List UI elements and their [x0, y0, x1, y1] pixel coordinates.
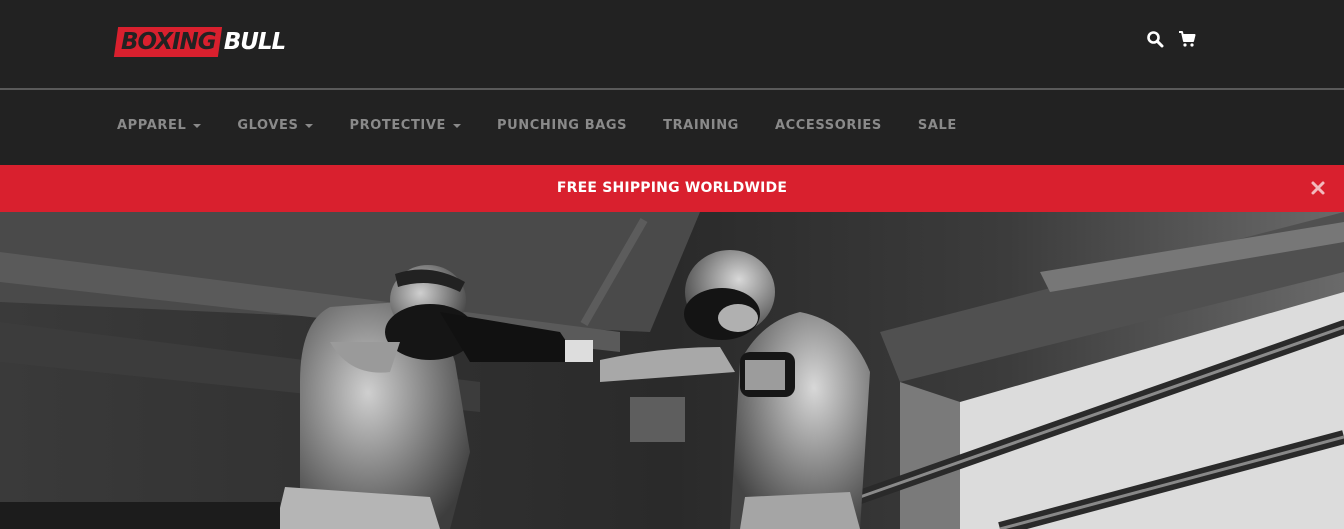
- nav-item-gloves[interactable]: GLOVES: [237, 118, 314, 133]
- nav-item-label: GLOVES: [237, 118, 299, 133]
- nav-item-label: ACCESSORIES: [774, 118, 882, 133]
- nav-item-sale[interactable]: SALE: [918, 118, 957, 133]
- chevron-down-icon: [453, 123, 461, 128]
- nav-item-label: PROTECTIVE: [349, 118, 446, 133]
- banner-bold-text: FREE: [556, 180, 598, 196]
- site-header: BOXING BULL: [0, 0, 1344, 88]
- cart-icon[interactable]: [1178, 30, 1196, 48]
- nav-item-accessories[interactable]: ACCESSORIES: [775, 118, 882, 133]
- logo-badge: BOXING: [113, 27, 222, 57]
- search-icon[interactable]: [1146, 30, 1164, 48]
- logo-text-bull: BULL: [223, 29, 287, 55]
- nav-item-protective[interactable]: PROTECTIVE: [349, 118, 461, 133]
- nav-item-label: TRAINING: [663, 118, 739, 133]
- banner-rest-text: SHIPPING WORLDWIDE: [597, 180, 788, 196]
- main-nav: APPAREL GLOVES PROTECTIVE PUNCHING BAGS …: [0, 90, 1344, 165]
- nav-item-apparel[interactable]: APPAREL: [117, 118, 202, 133]
- hero-image: [0, 212, 1344, 529]
- chevron-down-icon: [193, 123, 202, 128]
- logo[interactable]: BOXING BULL: [113, 26, 287, 58]
- nav-item-label: SALE: [917, 118, 957, 133]
- nav-item-punching-bags[interactable]: PUNCHING BAGS: [497, 118, 627, 133]
- nav-item-label: APPAREL: [117, 118, 187, 133]
- shipping-banner: FREE SHIPPING WORLDWIDE: [0, 165, 1344, 212]
- chevron-down-icon: [305, 123, 314, 128]
- logo-text-boxing: BOXING: [121, 29, 216, 55]
- boxing-match-photo: [0, 212, 1344, 529]
- nav-item-label: PUNCHING BAGS: [497, 118, 628, 133]
- header-icons: [1146, 30, 1196, 48]
- nav-item-training[interactable]: TRAINING: [663, 118, 739, 133]
- banner-text: FREE SHIPPING WORLDWIDE: [0, 165, 1344, 212]
- close-icon[interactable]: [1310, 180, 1326, 196]
